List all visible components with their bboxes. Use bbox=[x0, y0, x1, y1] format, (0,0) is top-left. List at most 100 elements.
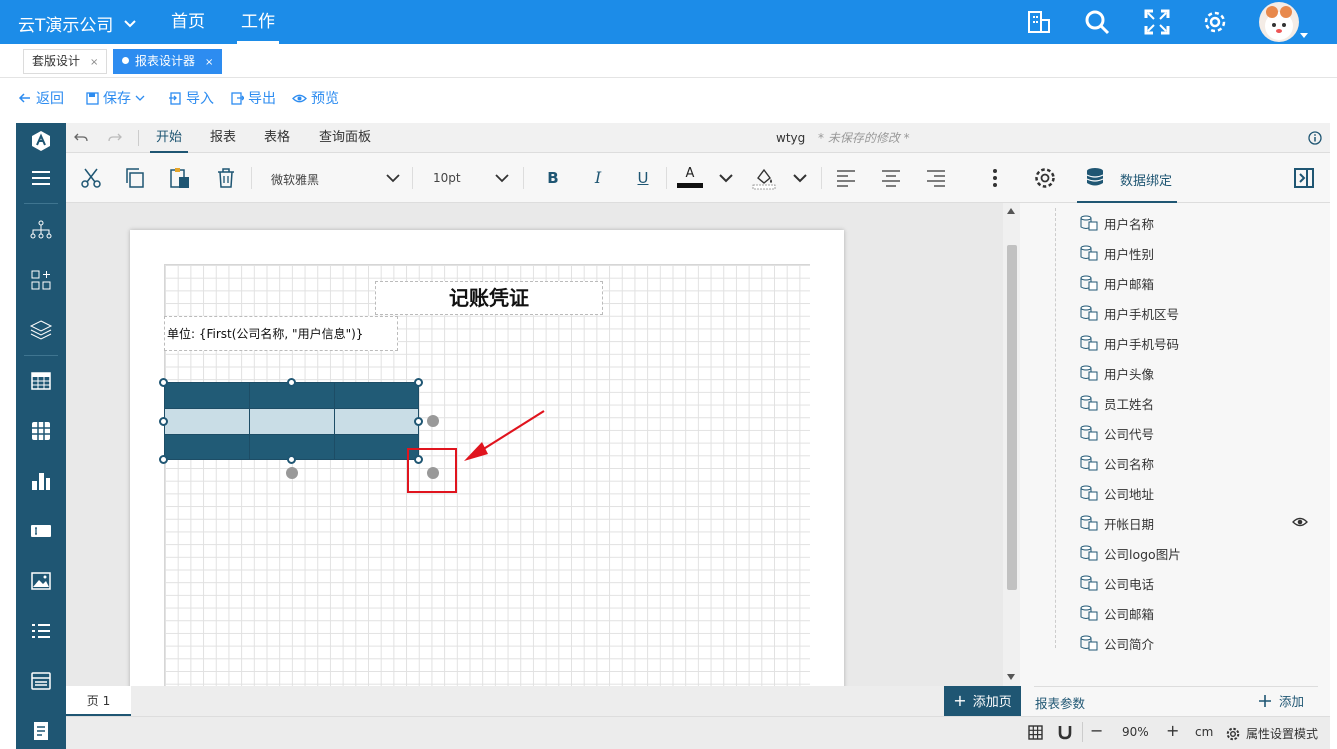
fullscreen-icon[interactable] bbox=[1143, 8, 1171, 36]
undo-icon[interactable] bbox=[74, 132, 88, 144]
table-detail-cell[interactable] bbox=[334, 408, 419, 435]
align-center-icon[interactable] bbox=[879, 166, 903, 190]
export-button[interactable]: 导出 bbox=[231, 88, 276, 108]
resize-handle[interactable] bbox=[414, 378, 423, 387]
tab-report[interactable]: 报表 bbox=[210, 123, 236, 153]
zoom-out-button[interactable]: − bbox=[1090, 721, 1103, 740]
font-family-select[interactable]: 微软雅黑 bbox=[271, 167, 401, 189]
settings-gear-icon[interactable] bbox=[1033, 166, 1057, 190]
delete-icon[interactable] bbox=[214, 166, 238, 190]
resize-handle[interactable] bbox=[159, 378, 168, 387]
list-icon[interactable] bbox=[29, 619, 53, 643]
field-item[interactable]: 开帐日期 bbox=[1080, 508, 1154, 538]
italic-button[interactable]: I bbox=[586, 166, 610, 190]
field-item[interactable]: 员工姓名 bbox=[1080, 388, 1154, 418]
data-binding-tab[interactable]: 数据绑定 bbox=[1077, 153, 1177, 203]
cut-icon[interactable] bbox=[79, 166, 103, 190]
table-detail-cell[interactable] bbox=[249, 408, 335, 435]
field-item[interactable]: 公司邮箱 bbox=[1080, 598, 1154, 628]
snap-magnet-icon[interactable] bbox=[1058, 725, 1072, 740]
eye-icon[interactable] bbox=[1292, 516, 1308, 528]
chevron-down-icon[interactable] bbox=[788, 166, 812, 190]
chevron-down-icon[interactable] bbox=[714, 166, 738, 190]
field-item[interactable]: 用户邮箱 bbox=[1080, 268, 1154, 298]
table-detail-cell[interactable] bbox=[164, 408, 250, 435]
paste-icon[interactable] bbox=[168, 166, 192, 190]
font-size-select[interactable]: 10pt bbox=[433, 167, 511, 189]
underline-button[interactable]: U bbox=[631, 166, 655, 190]
tab-table[interactable]: 表格 bbox=[264, 123, 290, 153]
more-vertical-icon[interactable] bbox=[983, 166, 1007, 190]
matrix-icon[interactable] bbox=[29, 419, 53, 443]
tab-template-design[interactable]: 套版设计 × bbox=[23, 49, 108, 74]
resize-handle[interactable] bbox=[414, 417, 423, 426]
tab-report-designer[interactable]: 报表设计器 × bbox=[113, 49, 223, 74]
info-icon[interactable] bbox=[1308, 131, 1322, 145]
image-icon[interactable] bbox=[29, 569, 53, 593]
add-param-button[interactable]: 添加 bbox=[1259, 691, 1304, 710]
panel-toggle-icon[interactable] bbox=[1292, 166, 1316, 190]
import-button[interactable]: 导入 bbox=[169, 88, 214, 108]
search-icon[interactable] bbox=[1083, 8, 1111, 36]
close-icon[interactable]: × bbox=[205, 57, 213, 68]
field-item[interactable]: 用户手机区号 bbox=[1080, 298, 1179, 328]
canvas-scrollbar[interactable] bbox=[1003, 203, 1020, 686]
back-button[interactable]: 返回 bbox=[18, 88, 64, 108]
field-item[interactable]: 公司地址 bbox=[1080, 478, 1154, 508]
add-row-handle[interactable] bbox=[286, 467, 298, 479]
field-item[interactable]: 用户手机号码 bbox=[1080, 328, 1179, 358]
zoom-in-button[interactable]: + bbox=[1166, 721, 1179, 740]
avatar-dropdown-caret[interactable] bbox=[1300, 33, 1308, 38]
field-item[interactable]: 公司代号 bbox=[1080, 418, 1154, 448]
resize-handle[interactable] bbox=[159, 455, 168, 464]
add-page-button[interactable]: + 添加页 bbox=[944, 686, 1021, 716]
nav-home[interactable]: 首页 bbox=[171, 0, 205, 44]
save-button[interactable]: 保存 bbox=[86, 88, 145, 108]
resize-handle[interactable] bbox=[287, 378, 296, 387]
tab-query-panel[interactable]: 查询面板 bbox=[319, 123, 371, 153]
scroll-down-icon[interactable] bbox=[1007, 674, 1015, 680]
layers-icon[interactable] bbox=[29, 318, 53, 342]
components-icon[interactable] bbox=[29, 268, 53, 292]
align-left-icon[interactable] bbox=[834, 166, 858, 190]
tab-start[interactable]: 开始 bbox=[150, 123, 189, 153]
unit-selector[interactable]: cm bbox=[1195, 725, 1213, 739]
preview-button[interactable]: 预览 bbox=[292, 88, 339, 108]
field-item[interactable]: 公司名称 bbox=[1080, 448, 1154, 478]
field-item[interactable]: 用户名称 bbox=[1080, 208, 1154, 238]
close-icon[interactable]: × bbox=[90, 57, 98, 68]
field-item[interactable]: 公司简介 bbox=[1080, 628, 1154, 658]
table-header-cell[interactable] bbox=[164, 382, 250, 409]
hierarchy-icon[interactable] bbox=[29, 218, 53, 242]
table-footer-cell[interactable] bbox=[164, 434, 250, 460]
resize-handle[interactable] bbox=[287, 455, 296, 464]
add-column-handle[interactable] bbox=[427, 415, 439, 427]
field-item[interactable]: 公司logo图片 bbox=[1080, 538, 1181, 568]
building-icon[interactable] bbox=[1025, 8, 1053, 36]
form-icon[interactable] bbox=[29, 669, 53, 693]
table-icon[interactable] bbox=[29, 369, 53, 393]
table-header-cell[interactable] bbox=[334, 382, 419, 409]
textbox-icon[interactable] bbox=[29, 519, 53, 543]
page-tab-1[interactable]: 页 1 bbox=[66, 686, 131, 716]
fill-color-icon[interactable] bbox=[752, 166, 776, 190]
bar-chart-icon[interactable] bbox=[29, 469, 53, 493]
company-switcher[interactable]: 云T演示公司 bbox=[18, 11, 137, 36]
field-item[interactable]: 用户性别 bbox=[1080, 238, 1154, 268]
bold-button[interactable]: B bbox=[541, 166, 565, 190]
avatar[interactable] bbox=[1259, 2, 1299, 42]
report-table[interactable] bbox=[164, 382, 419, 460]
resize-handle[interactable] bbox=[159, 417, 168, 426]
report-title-textbox[interactable]: 记账凭证 bbox=[375, 281, 603, 315]
design-canvas[interactable]: 记账凭证 单位: {First(公司名称, "用户信息")} bbox=[66, 203, 1003, 686]
menu-icon[interactable] bbox=[29, 166, 53, 190]
unit-expression-textbox[interactable]: 单位: {First(公司名称, "用户信息")} bbox=[164, 316, 398, 351]
document-icon[interactable] bbox=[29, 719, 53, 743]
grid-toggle-icon[interactable] bbox=[1028, 725, 1043, 740]
gear-icon[interactable] bbox=[1201, 8, 1229, 36]
field-item[interactable]: 用户头像 bbox=[1080, 358, 1154, 388]
align-right-icon[interactable] bbox=[924, 166, 948, 190]
field-item[interactable]: 公司电话 bbox=[1080, 568, 1154, 598]
property-mode-button[interactable]: 属性设置模式 bbox=[1226, 725, 1318, 742]
scroll-thumb[interactable] bbox=[1007, 245, 1017, 590]
